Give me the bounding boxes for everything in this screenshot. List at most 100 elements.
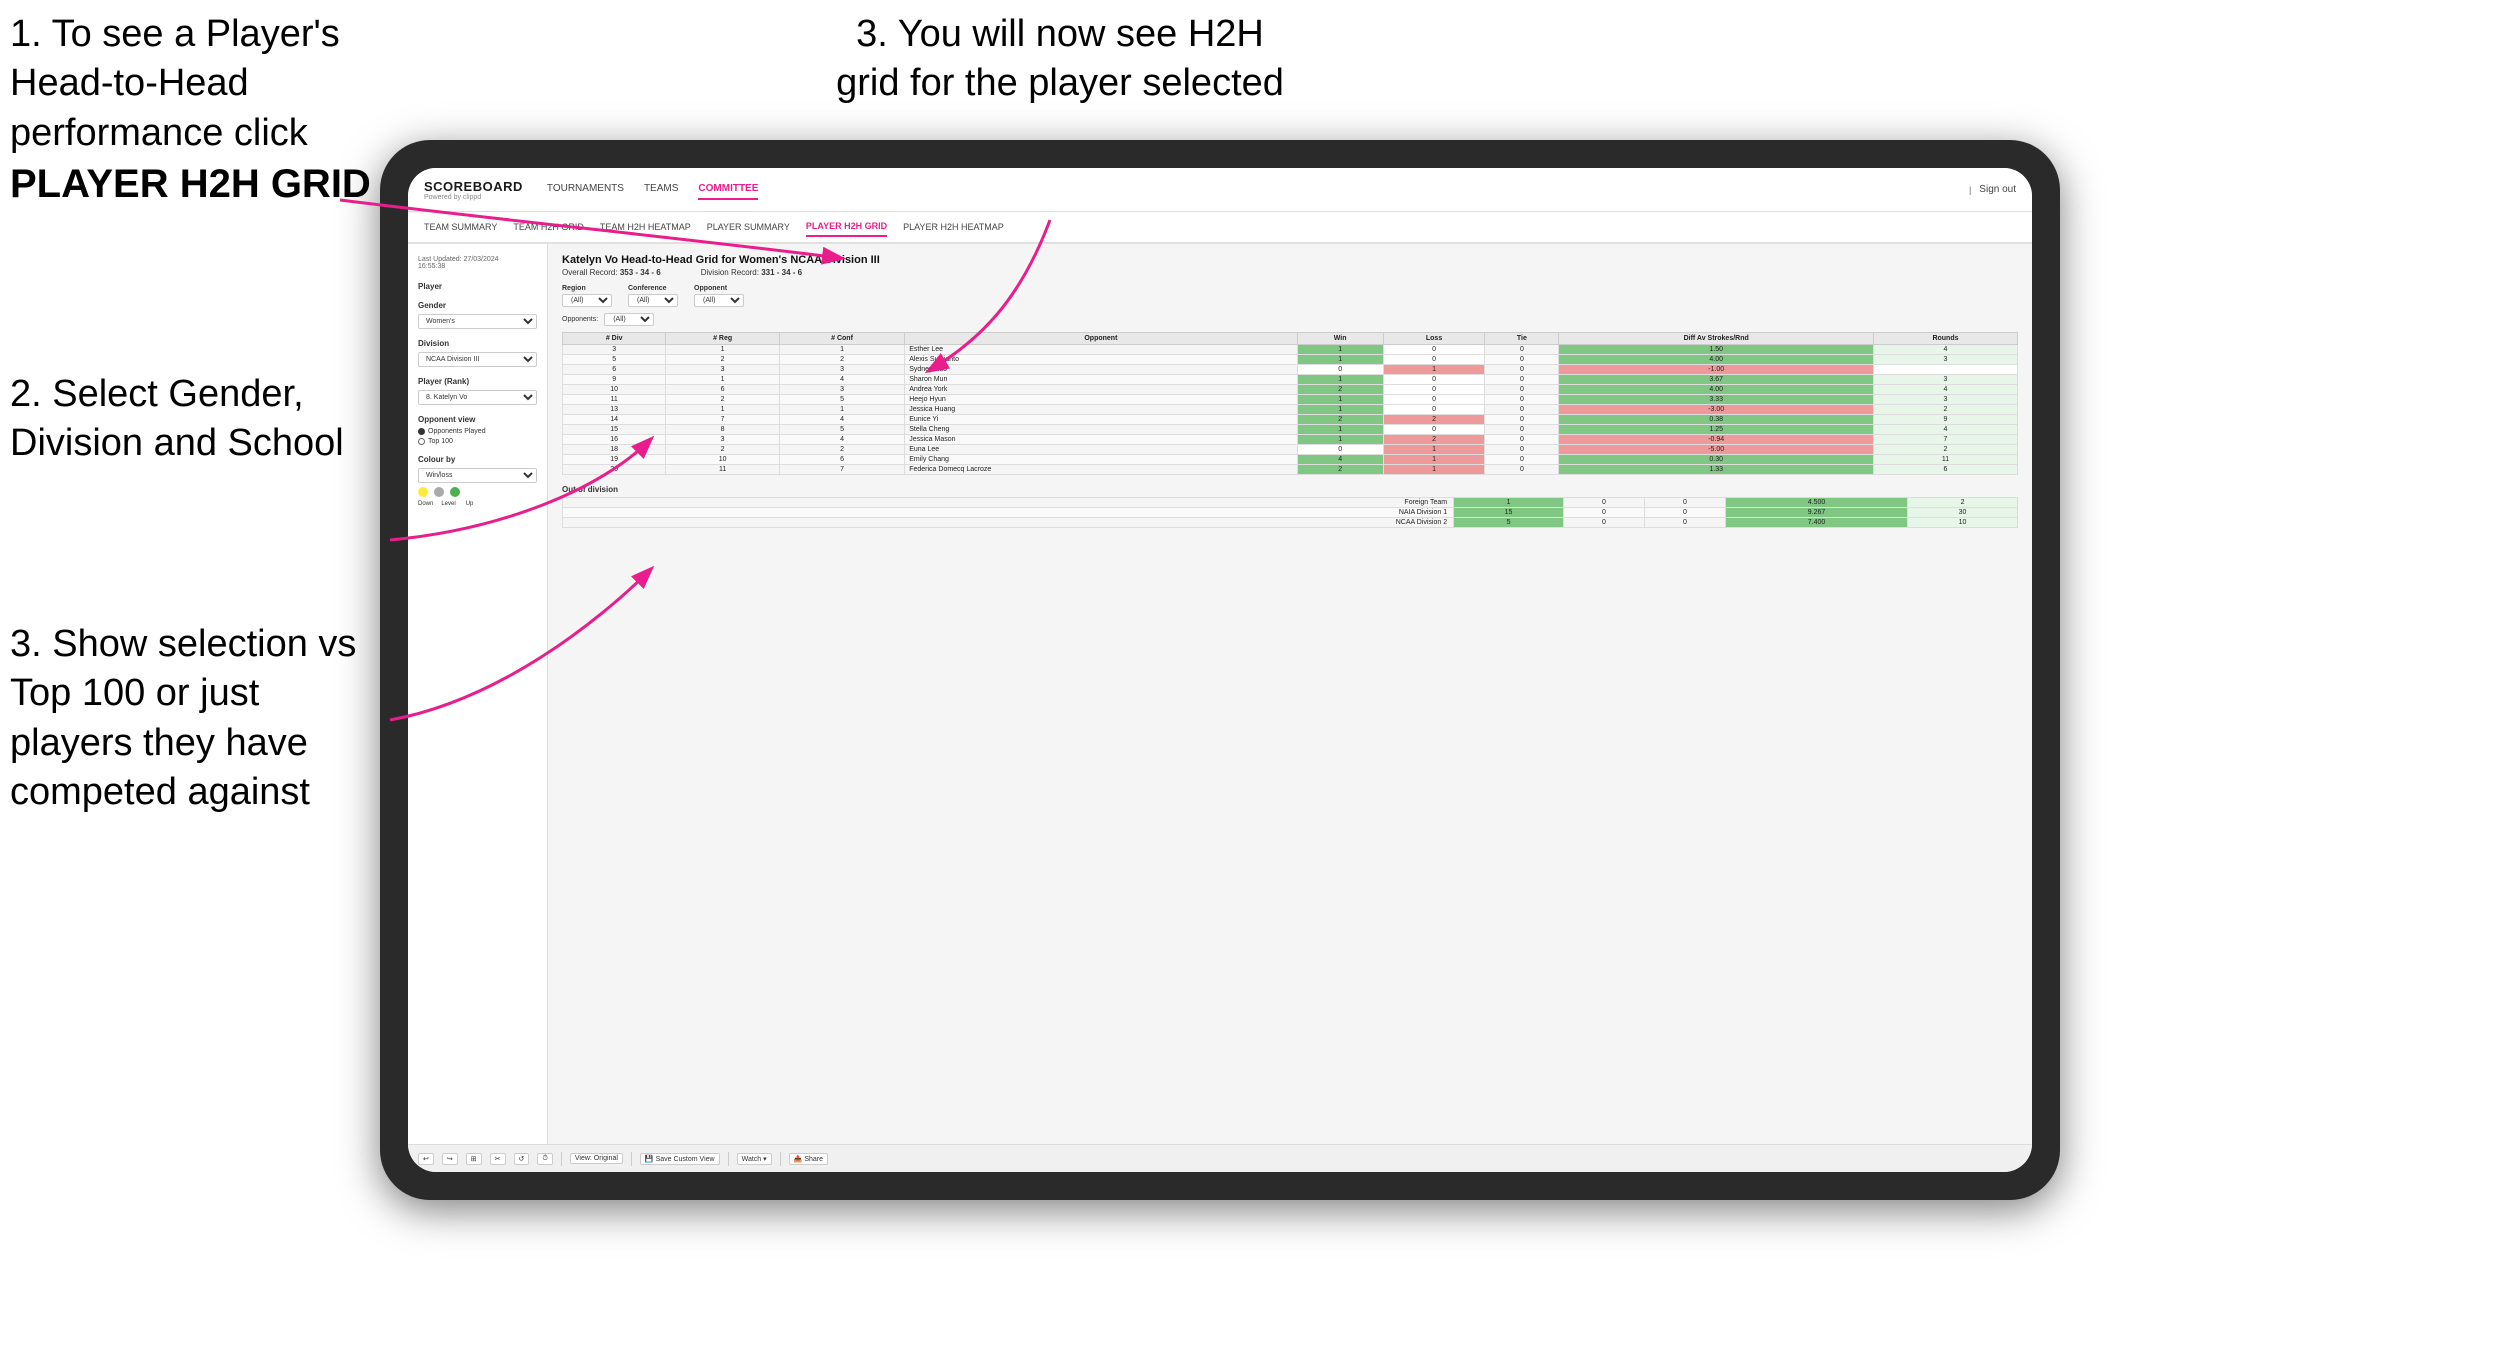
- cell-conf: 4: [779, 375, 904, 385]
- radio-opponents-played[interactable]: Opponents Played: [418, 428, 537, 435]
- clock-btn[interactable]: ⏱: [537, 1153, 552, 1165]
- some-btn[interactable]: ⊞: [466, 1153, 482, 1165]
- radio-top100[interactable]: Top 100: [418, 438, 537, 445]
- colour-select[interactable]: Win/loss: [418, 468, 537, 483]
- cell-win: 2: [1297, 415, 1383, 425]
- grid-records: Overall Record: 353 - 34 - 6 Division Re…: [562, 268, 2018, 277]
- grid-title: Katelyn Vo Head-to-Head Grid for Women's…: [562, 254, 2018, 266]
- cell-ood-win: 15: [1454, 508, 1564, 518]
- cell-opponent: Jessica Huang: [905, 405, 1297, 415]
- cell-win: 1: [1297, 435, 1383, 445]
- cell-reg: 1: [666, 345, 780, 355]
- sub-nav-team-h2h-heatmap[interactable]: TEAM H2H HEATMAP: [600, 218, 691, 236]
- opponent-view-section: Opponent view Opponents Played Top 100: [418, 415, 537, 445]
- watch-btn[interactable]: Watch ▾: [737, 1153, 772, 1165]
- cell-loss: 2: [1383, 415, 1485, 425]
- cell-tie: 0: [1485, 425, 1559, 435]
- cell-ood-diff: 4.500: [1725, 498, 1907, 508]
- cell-conf: 5: [779, 425, 904, 435]
- cell-reg: 10: [666, 455, 780, 465]
- opponent-view-label: Opponent view: [418, 415, 537, 424]
- sub-nav: TEAM SUMMARY TEAM H2H GRID TEAM H2H HEAT…: [408, 212, 2032, 244]
- nav-committee[interactable]: COMMITTEE: [698, 179, 758, 200]
- opponents-select[interactable]: (All): [604, 313, 654, 326]
- nav-tournaments[interactable]: TOURNAMENTS: [547, 179, 624, 200]
- sub-nav-player-h2h-grid[interactable]: PLAYER H2H GRID: [806, 217, 887, 237]
- cell-tie: 0: [1485, 415, 1559, 425]
- table-row: 14 7 4 Eunice Yi 2 2 0 0.38 9: [563, 415, 2018, 425]
- cell-opponent: Emily Chang: [905, 455, 1297, 465]
- sub-nav-player-summary[interactable]: PLAYER SUMMARY: [707, 218, 790, 236]
- cell-div: 3: [563, 345, 666, 355]
- sidebar-player-section: Player: [418, 282, 537, 291]
- cell-reg: 7: [666, 415, 780, 425]
- cell-loss: 0: [1383, 375, 1485, 385]
- share-btn[interactable]: 📤 Share: [789, 1153, 828, 1165]
- sub-nav-team-summary[interactable]: TEAM SUMMARY: [424, 218, 497, 236]
- table-header-row: # Div # Reg # Conf Opponent Win Loss Tie…: [563, 333, 2018, 345]
- cell-div: 15: [563, 425, 666, 435]
- cell-opponent: Andrea York: [905, 385, 1297, 395]
- col-diff: Diff Av Strokes/Rnd: [1559, 333, 1874, 345]
- separator1: [561, 1152, 562, 1166]
- radio-dot-opponents: [418, 428, 425, 435]
- tablet-device: SCOREBOARD Powered by clippd TOURNAMENTS…: [380, 140, 2060, 1200]
- sidebar-gender-section: Gender Women's: [418, 301, 537, 329]
- cell-conf: 1: [779, 405, 904, 415]
- player-rank-select[interactable]: 8. Katelyn Vo: [418, 390, 537, 405]
- cell-loss: 0: [1383, 395, 1485, 405]
- cell-rounds: 4: [1873, 425, 2017, 435]
- cell-rounds: 3: [1873, 375, 2017, 385]
- cell-tie: 0: [1485, 355, 1559, 365]
- cell-conf: 6: [779, 455, 904, 465]
- cell-rounds: 4: [1873, 345, 2017, 355]
- cell-tie: 0: [1485, 455, 1559, 465]
- gender-select[interactable]: Women's: [418, 314, 537, 329]
- cell-opponent: Sydney Kuo: [905, 365, 1297, 375]
- cell-ood-label: Foreign Team: [563, 498, 1454, 508]
- region-select[interactable]: (All): [562, 294, 612, 307]
- view-original-btn[interactable]: View: Original: [570, 1153, 623, 1164]
- sub-nav-player-h2h-heatmap[interactable]: PLAYER H2H HEATMAP: [903, 218, 1004, 236]
- cell-conf: 1: [779, 345, 904, 355]
- cell-conf: 4: [779, 415, 904, 425]
- cell-ood-diff: 9.267: [1725, 508, 1907, 518]
- col-loss: Loss: [1383, 333, 1485, 345]
- cell-tie: 0: [1485, 345, 1559, 355]
- save-custom-btn[interactable]: 💾 Save Custom View: [640, 1153, 720, 1165]
- col-tie: Tie: [1485, 333, 1559, 345]
- table-row: 15 8 5 Stella Cheng 1 0 0 1.25 4: [563, 425, 2018, 435]
- cell-diff: 0.38: [1559, 415, 1874, 425]
- cell-reg: 2: [666, 445, 780, 455]
- cell-loss: 1: [1383, 465, 1485, 475]
- last-updated: Last Updated: 27/03/2024 16:55:38: [418, 256, 537, 270]
- separator2: [631, 1152, 632, 1166]
- sign-out-link[interactable]: Sign out: [1979, 180, 2016, 199]
- opponent-filter: Opponent (All): [694, 285, 744, 307]
- cell-rounds: [1873, 365, 2017, 375]
- opponent-select[interactable]: (All): [694, 294, 744, 307]
- conference-select[interactable]: (All): [628, 294, 678, 307]
- cell-win: 0: [1297, 445, 1383, 455]
- undo-btn[interactable]: ↩: [418, 1153, 434, 1165]
- division-select[interactable]: NCAA Division III: [418, 352, 537, 367]
- redo-btn[interactable]: ↪: [442, 1153, 458, 1165]
- nav-teams[interactable]: TEAMS: [644, 179, 678, 200]
- cell-div: 19: [563, 455, 666, 465]
- cell-opponent: Alexis Sudjianto: [905, 355, 1297, 365]
- cell-rounds: 3: [1873, 355, 2017, 365]
- cell-diff: -3.00: [1559, 405, 1874, 415]
- cell-div: 20: [563, 465, 666, 475]
- cell-win: 1: [1297, 375, 1383, 385]
- colour-dot-level: [434, 487, 444, 497]
- out-of-division-row: Foreign Team 1 0 0 4.500 2: [563, 498, 2018, 508]
- cell-reg: 6: [666, 385, 780, 395]
- col-opponent: Opponent: [905, 333, 1297, 345]
- logo-sub: Powered by clippd: [424, 194, 523, 201]
- cell-ood-win: 1: [1454, 498, 1564, 508]
- cut-btn[interactable]: ✂: [490, 1153, 506, 1165]
- cell-ood-loss: 0: [1563, 508, 1644, 518]
- sub-nav-team-h2h-grid[interactable]: TEAM H2H GRID: [513, 218, 584, 236]
- undo2-btn[interactable]: ↺: [514, 1153, 530, 1165]
- cell-diff: 3.67: [1559, 375, 1874, 385]
